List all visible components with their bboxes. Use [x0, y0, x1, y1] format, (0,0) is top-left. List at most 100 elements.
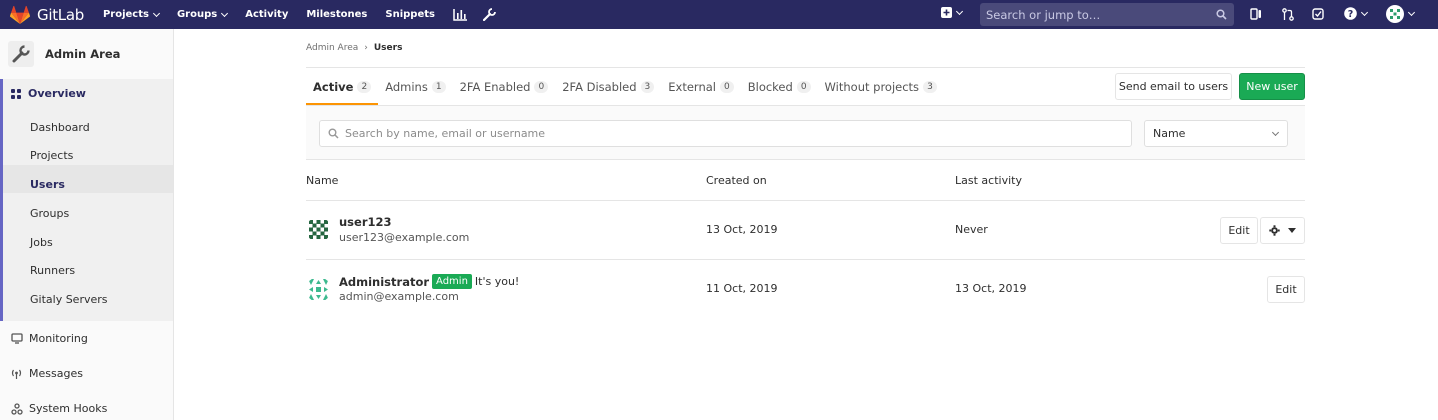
sidebar-item-runners[interactable]: Runners	[30, 264, 75, 277]
user-name: Administrator	[339, 274, 430, 289]
count-badge: 0	[534, 80, 549, 93]
edit-button[interactable]: Edit	[1220, 217, 1258, 244]
sidebar-messages-label: Messages	[29, 367, 83, 380]
sidebar-item-gitaly-servers[interactable]: Gitaly Servers	[30, 293, 108, 306]
sidebar-header[interactable]: Admin Area	[0, 29, 173, 79]
sidebar-item-monitoring[interactable]: Monitoring	[10, 332, 88, 345]
chevron-down-icon	[1271, 128, 1280, 137]
sidebar-title: Admin Area	[45, 47, 121, 61]
sidebar-item-users[interactable]: Users	[30, 178, 65, 191]
created-on: 11 Oct, 2019	[706, 282, 778, 295]
chevron-down-icon	[221, 9, 229, 17]
tab-admins[interactable]: Admins 1	[378, 68, 452, 105]
user-email: user123@example.com	[339, 231, 470, 244]
user-email: admin@example.com	[339, 290, 459, 303]
tab-label: Without projects	[824, 79, 920, 94]
breadcrumb: Admin Area › Users	[306, 43, 402, 53]
chevron-down-icon	[152, 9, 161, 17]
sidebar-item-groups[interactable]: Groups	[30, 207, 69, 220]
chevron-right-icon: ›	[364, 43, 368, 53]
divider	[306, 200, 1305, 201]
tab-label: External	[668, 79, 716, 94]
chevron-down-icon	[955, 7, 964, 15]
nav-groups[interactable]: Groups	[177, 9, 229, 20]
breadcrumb-current[interactable]: Users	[374, 43, 403, 53]
grid-icon	[11, 88, 21, 99]
brand-name: GitLab	[37, 5, 84, 24]
column-header-name: Name	[306, 174, 339, 187]
avatar	[306, 277, 331, 302]
last-activity: Never	[955, 223, 988, 236]
admin-sidebar: Admin Area Overview Dashboard Projects U…	[0, 29, 174, 420]
divider	[306, 259, 1305, 260]
search-icon	[328, 128, 339, 139]
wrench-icon	[12, 45, 30, 63]
search-icon	[1216, 9, 1227, 20]
new-user-button[interactable]: New user	[1239, 73, 1305, 100]
sidebar-item-overview[interactable]: Overview	[11, 87, 86, 100]
tab-2fa-disabled[interactable]: 2FA Disabled 3	[555, 68, 661, 105]
column-header-created: Created on	[706, 174, 767, 187]
tab-2fa-enabled[interactable]: 2FA Enabled 0	[453, 68, 556, 105]
breadcrumb-admin-area[interactable]: Admin Area	[306, 43, 358, 53]
tab-label: 2FA Enabled	[459, 79, 531, 94]
gitlab-logo-icon	[10, 5, 30, 24]
sidebar-item-dashboard[interactable]: Dashboard	[30, 121, 90, 134]
chevron-down-icon	[1407, 8, 1416, 17]
tab-without-projects[interactable]: Without projects 3	[818, 68, 944, 105]
svg-text:?: ?	[1348, 9, 1354, 20]
nav-activity[interactable]: Activity	[245, 9, 288, 20]
tab-label: Admins	[385, 79, 428, 94]
filter-bar: Search by name, email or username Name	[306, 105, 1305, 160]
new-dropdown-button[interactable]	[941, 7, 964, 18]
tab-external[interactable]: External 0	[661, 68, 740, 105]
tab-label: Blocked	[747, 79, 793, 94]
admin-badge: Admin	[432, 274, 472, 289]
tab-label: 2FA Disabled	[562, 79, 637, 94]
global-search-input[interactable]: Search or jump to…	[980, 3, 1234, 26]
gitlab-home-link[interactable]: GitLab	[10, 0, 84, 29]
nav-snippets[interactable]: Snippets	[385, 9, 435, 20]
chart-icon[interactable]	[453, 8, 467, 21]
user-menu-button[interactable]	[1386, 5, 1416, 23]
active-item-highlight	[3, 165, 173, 193]
user-name-link[interactable]: user123	[339, 215, 392, 229]
sidebar-item-jobs[interactable]: Jobs	[30, 236, 53, 249]
help-button[interactable]: ?	[1344, 7, 1369, 20]
chevron-down-icon	[1360, 8, 1369, 16]
edit-button[interactable]: Edit	[1267, 276, 1305, 303]
nav-milestones[interactable]: Milestones	[306, 9, 367, 20]
user-name-link[interactable]: Administrator Admin It's you!	[339, 274, 519, 289]
send-email-button[interactable]: Send email to users	[1115, 73, 1232, 100]
created-on: 13 Oct, 2019	[706, 223, 778, 236]
sidebar-system-hooks-label: System Hooks	[29, 402, 108, 415]
avatar	[306, 217, 331, 242]
help-icon: ?	[1344, 7, 1357, 20]
tab-active[interactable]: Active 2	[306, 68, 379, 105]
its-you-note: It's you!	[474, 275, 520, 288]
wrench-icon[interactable]	[482, 8, 496, 21]
user-actions-dropdown[interactable]	[1260, 217, 1305, 244]
nav-projects-label: Projects	[102, 9, 149, 20]
search-placeholder: Search by name, email or username	[345, 127, 546, 140]
admin-area-avatar	[8, 41, 34, 67]
user-avatar-icon	[1386, 5, 1404, 23]
issues-icon[interactable]	[1312, 8, 1325, 20]
count-badge: 3	[923, 80, 937, 93]
nav-projects[interactable]: Projects	[102, 9, 161, 20]
sidebar-item-system-hooks[interactable]: System Hooks	[10, 402, 107, 415]
todo-icon[interactable]	[1250, 8, 1262, 20]
user-filter-tabs: Active 2 Admins 1 2FA Enabled 0 2FA Disable…	[306, 68, 944, 105]
column-header-last-activity: Last activity	[955, 174, 1022, 187]
sidebar-item-messages[interactable]: Messages	[10, 367, 83, 380]
user-search-input[interactable]: Search by name, email or username	[319, 120, 1132, 147]
count-badge: 1	[431, 80, 446, 93]
caret-down-icon	[1288, 228, 1296, 233]
plus-icon	[941, 7, 952, 18]
merge-request-icon[interactable]	[1282, 8, 1294, 21]
sidebar-item-projects[interactable]: Projects	[30, 149, 73, 162]
sidebar-overview-label: Overview	[28, 87, 86, 100]
tab-blocked[interactable]: Blocked 0	[741, 68, 818, 105]
sort-dropdown[interactable]: Name	[1144, 120, 1288, 147]
top-navbar: GitLab Projects Groups Activity Mileston…	[0, 0, 1438, 29]
